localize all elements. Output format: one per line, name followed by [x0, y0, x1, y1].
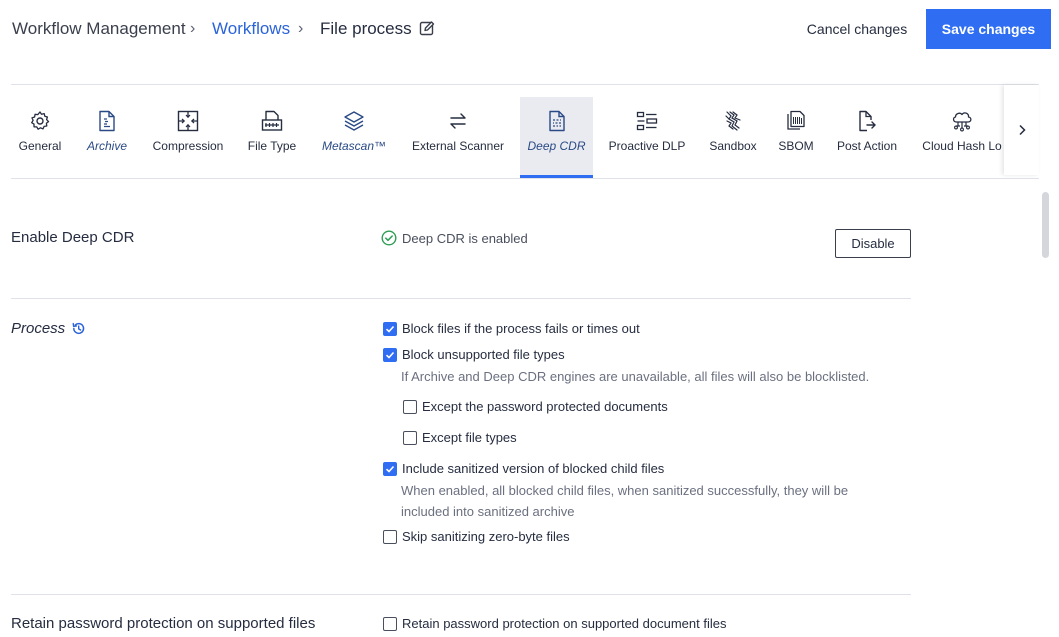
- section-divider: [11, 298, 911, 299]
- breadcrumb-separator: ›: [190, 20, 196, 37]
- cloud-hash-icon: [952, 112, 972, 132]
- breadcrumb-root[interactable]: Workflow Management: [12, 18, 186, 40]
- checkbox-label: Except file types: [422, 430, 517, 445]
- cancel-changes-button[interactable]: Cancel changes: [800, 10, 914, 48]
- page-title: File process: [320, 19, 412, 38]
- help-text-line: included into sanitized archive: [401, 504, 575, 519]
- checkbox[interactable]: [383, 321, 397, 336]
- tabs-divider: [11, 178, 1039, 179]
- enable-deep-cdr-label: Enable Deep CDR: [11, 229, 135, 246]
- option-block-unsupported[interactable]: Block unsupported file types: [383, 347, 565, 362]
- option-include-sanitized-child[interactable]: Include sanitized version of blocked chi…: [383, 461, 664, 476]
- tab-archive[interactable]: Archive: [79, 97, 135, 178]
- save-changes-button[interactable]: Save changes: [926, 9, 1051, 49]
- checkbox[interactable]: [383, 616, 397, 631]
- checkbox[interactable]: [383, 347, 397, 362]
- checkbox-label: Block files if the process fails or time…: [402, 321, 640, 336]
- option-block-on-fail[interactable]: Block files if the process fails or time…: [383, 321, 640, 336]
- tab-bar: General Archive Compression File Type Me…: [11, 85, 1003, 178]
- checkmark-icon: [385, 351, 395, 359]
- option-skip-zero-byte[interactable]: Skip sanitizing zero-byte files: [383, 529, 570, 544]
- page-header: Workflow Management › Workflows › File p…: [0, 0, 1059, 60]
- help-text-unsupported: If Archive and Deep CDR engines are unav…: [401, 369, 870, 384]
- tab-label: File Type: [247, 139, 297, 153]
- process-label: Process: [11, 320, 66, 337]
- tab-label: Proactive DLP: [608, 139, 686, 153]
- breadcrumb-workflows-link[interactable]: Workflows: [212, 18, 290, 40]
- tab-label: Compression: [152, 139, 224, 153]
- tab-label: Post Action: [836, 139, 898, 153]
- checkbox[interactable]: [383, 461, 397, 476]
- history-icon[interactable]: [71, 321, 86, 336]
- deep-cdr-icon: [548, 110, 565, 132]
- option-retain-password[interactable]: Retain password protection on supported …: [383, 616, 726, 631]
- tab-external-scanner[interactable]: External Scanner: [405, 97, 511, 178]
- checkbox-label: Include sanitized version of blocked chi…: [402, 461, 665, 476]
- tab-cloud-hash-lookup[interactable]: Cloud Hash Lo: [917, 97, 1003, 178]
- checkmark-icon: [385, 325, 395, 333]
- deep-cdr-status: Deep CDR is enabled: [381, 230, 528, 246]
- archive-file-icon: [99, 110, 115, 132]
- breadcrumb-separator: ›: [298, 20, 304, 37]
- tab-label: Sandbox: [709, 139, 757, 153]
- tabs-scroll-right-button[interactable]: [1004, 85, 1039, 175]
- tab-post-action[interactable]: Post Action: [827, 97, 907, 178]
- tab-sbom[interactable]: SBOM: [775, 97, 817, 178]
- tab-sandbox[interactable]: Sandbox: [701, 97, 765, 178]
- post-action-icon: [859, 110, 876, 132]
- compression-icon: [177, 110, 199, 132]
- checkbox-label: Skip sanitizing zero-byte files: [402, 529, 570, 544]
- tab-proactive-dlp[interactable]: Proactive DLP: [603, 97, 691, 178]
- checkbox-label: Retain password protection on supported …: [402, 616, 727, 631]
- scrollbar-thumb[interactable]: [1042, 192, 1049, 258]
- checkbox[interactable]: [403, 430, 417, 445]
- swap-arrows-icon: [450, 113, 466, 129]
- tab-deep-cdr[interactable]: Deep CDR: [520, 97, 593, 178]
- retain-password-label: Retain password protection on supported …: [11, 615, 316, 632]
- sbom-icon: [787, 110, 805, 130]
- chevron-right-icon: [1018, 124, 1026, 136]
- process-section-heading: Process: [11, 320, 86, 337]
- checkbox-label: Block unsupported file types: [402, 347, 565, 362]
- gear-icon: [31, 111, 50, 130]
- tab-general[interactable]: General: [11, 97, 69, 178]
- file-type-icon: [261, 110, 283, 131]
- checkbox[interactable]: [403, 399, 417, 414]
- help-text-line: When enabled, all blocked child files, w…: [401, 483, 849, 498]
- tab-label: Archive: [86, 139, 127, 153]
- checkbox[interactable]: [383, 529, 397, 544]
- option-except-password-protected[interactable]: Except the password protected documents: [403, 399, 668, 414]
- status-text: Deep CDR is enabled: [402, 230, 528, 246]
- sandbox-icon: [725, 111, 741, 131]
- section-divider: [11, 594, 911, 595]
- tab-label: SBOM: [778, 139, 814, 153]
- option-except-file-types[interactable]: Except file types: [403, 430, 517, 445]
- tab-label: Deep CDR: [527, 139, 586, 153]
- tab-label: External Scanner: [411, 139, 505, 153]
- help-text-child-files: When enabled, all blocked child files, w…: [401, 480, 848, 522]
- tab-compression[interactable]: Compression: [145, 97, 231, 178]
- layers-icon: [344, 111, 364, 131]
- tab-label: General: [18, 139, 62, 153]
- tab-label: Cloud Hash Lo: [922, 139, 1002, 153]
- tab-metascan[interactable]: Metascan™: [313, 97, 395, 178]
- checkmark-icon: [385, 465, 395, 473]
- dlp-icon: [636, 111, 658, 131]
- tab-label: Metascan™: [321, 139, 387, 153]
- tab-file-type[interactable]: File Type: [241, 97, 303, 178]
- disable-button[interactable]: Disable: [835, 229, 911, 258]
- checkbox-label: Except the password protected documents: [422, 399, 668, 414]
- check-circle-icon: [381, 230, 397, 246]
- edit-icon[interactable]: [419, 20, 435, 36]
